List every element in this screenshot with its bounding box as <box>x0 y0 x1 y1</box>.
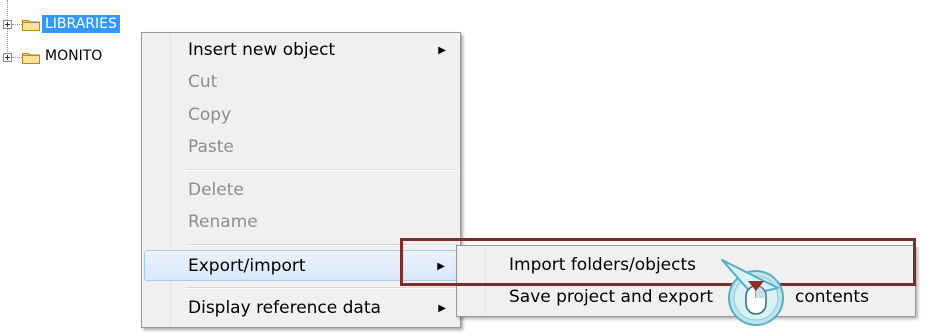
menu-item-delete[interactable]: Delete <box>144 175 458 206</box>
triangle-right-icon: ▶ <box>438 303 446 314</box>
context-menu: Insert new object ▶ Cut Copy Paste Delet… <box>141 32 461 328</box>
triangle-right-icon: ▶ <box>437 261 445 272</box>
menu-item-save-project-and-export[interactable]: Save project and export contents <box>459 282 913 313</box>
menu-item-cut[interactable]: Cut <box>144 67 458 98</box>
folder-icon <box>22 53 40 64</box>
menu-item-label: Copy <box>188 105 232 125</box>
triangle-right-icon: ▶ <box>438 45 446 56</box>
tree-connector <box>12 57 22 58</box>
expand-icon[interactable] <box>3 53 12 62</box>
menu-item-insert-new-object[interactable]: Insert new object ▶ <box>144 35 458 66</box>
menu-item-export-import[interactable]: Export/import ▶ <box>144 250 458 281</box>
menu-item-copy[interactable]: Copy <box>144 100 458 131</box>
menu-item-import-folders-objects[interactable]: Import folders/objects <box>459 250 913 281</box>
menu-item-label: Paste <box>188 137 234 157</box>
menu-item-label: Delete <box>188 180 244 200</box>
tree-item-monitoring[interactable]: MONITO <box>45 47 102 65</box>
menu-separator <box>186 244 458 246</box>
menu-item-label: Save project and export <box>509 287 713 307</box>
tree-connector <box>7 0 8 60</box>
folder-icon <box>22 20 40 31</box>
menu-item-rename[interactable]: Rename <box>144 207 458 238</box>
menu-item-label-tail: contents <box>795 287 869 307</box>
menu-item-label: Display reference data <box>188 298 381 318</box>
mouse-click-icon <box>721 259 784 326</box>
menu-item-label: Import folders/objects <box>509 255 696 275</box>
menu-item-label: Export/import <box>188 256 306 276</box>
menu-separator <box>186 169 458 171</box>
expand-icon[interactable] <box>3 20 12 29</box>
menu-item-label: Cut <box>188 72 218 92</box>
tree-item-libraries[interactable]: LIBRARIES <box>41 14 121 34</box>
menu-item-paste[interactable]: Paste <box>144 132 458 163</box>
menu-item-label: Insert new object <box>188 40 336 60</box>
menu-item-display-reference-data[interactable]: Display reference data ▶ <box>144 293 458 324</box>
menu-separator <box>186 287 458 289</box>
menu-item-label: Rename <box>188 212 258 232</box>
export-import-submenu: Import folders/objects Save project and … <box>456 245 916 317</box>
tree-connector <box>12 24 22 25</box>
